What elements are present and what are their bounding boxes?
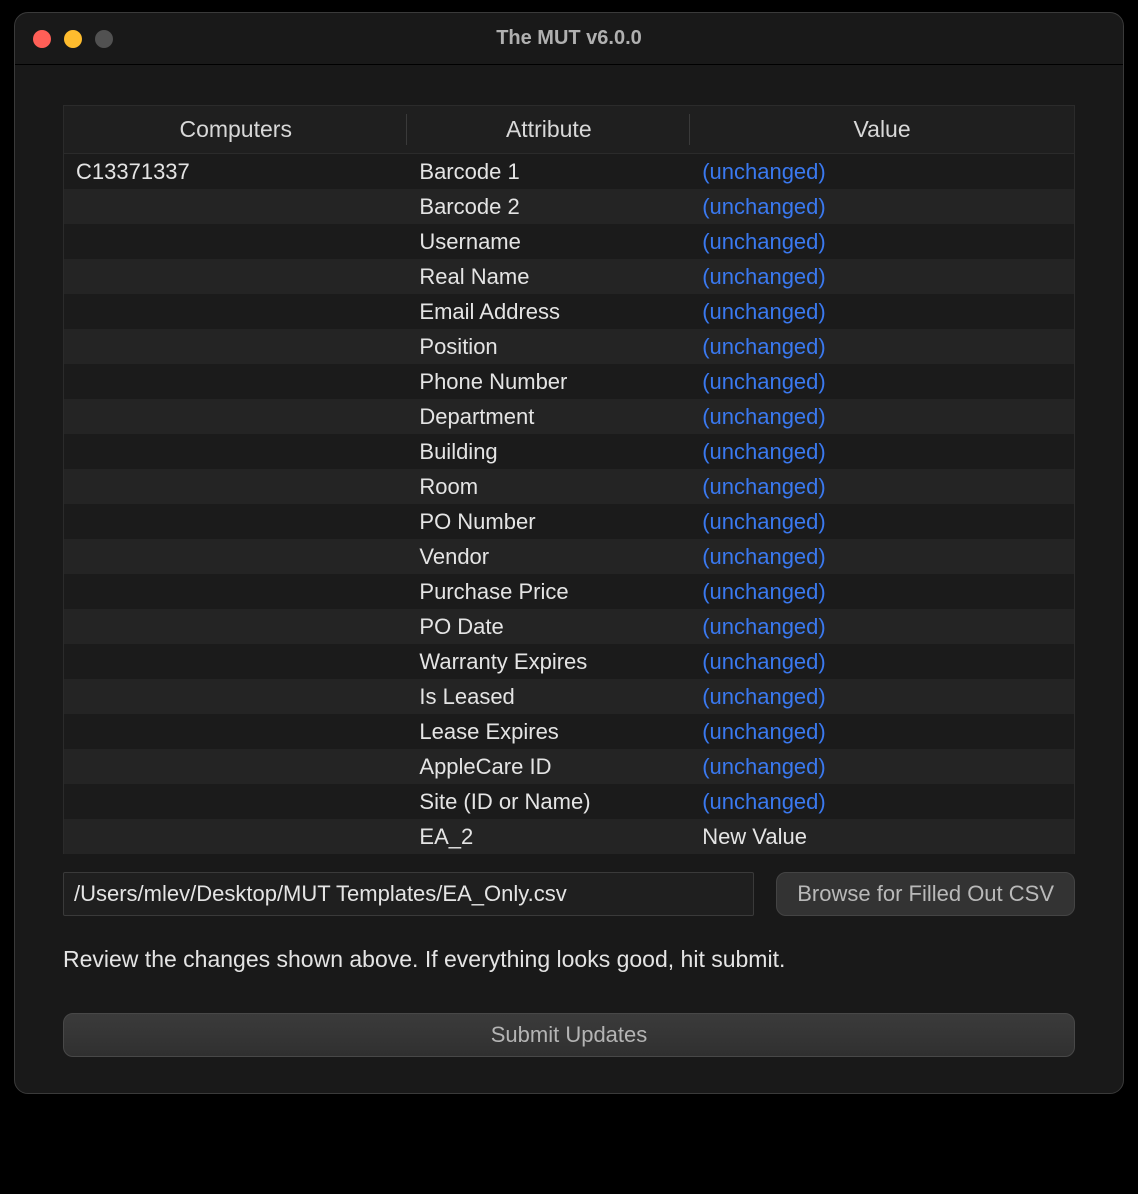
cell-attribute: Vendor xyxy=(407,544,690,570)
table-row[interactable]: Barcode 2(unchanged) xyxy=(64,189,1074,224)
column-header-value[interactable]: Value xyxy=(690,106,1074,153)
cell-value: (unchanged) xyxy=(690,579,1074,605)
window-content: Computers Attribute Value C13371337Barco… xyxy=(15,65,1123,1093)
cell-attribute: Email Address xyxy=(407,299,690,325)
instruction-text: Review the changes shown above. If every… xyxy=(63,946,1075,973)
cell-value: (unchanged) xyxy=(690,299,1074,325)
table-row[interactable]: PO Date(unchanged) xyxy=(64,609,1074,644)
cell-attribute: Username xyxy=(407,229,690,255)
cell-computers: C13371337 xyxy=(64,159,407,185)
cell-attribute: Building xyxy=(407,439,690,465)
table-row[interactable]: Real Name(unchanged) xyxy=(64,259,1074,294)
table-row[interactable]: PO Number(unchanged) xyxy=(64,504,1074,539)
titlebar: The MUT v6.0.0 xyxy=(15,13,1123,65)
cell-value: (unchanged) xyxy=(690,474,1074,500)
table-row[interactable]: Is Leased(unchanged) xyxy=(64,679,1074,714)
table-row[interactable]: Username(unchanged) xyxy=(64,224,1074,259)
cell-value: (unchanged) xyxy=(690,439,1074,465)
table-row[interactable]: EA_2New Value xyxy=(64,819,1074,854)
cell-attribute: PO Number xyxy=(407,509,690,535)
cell-value: (unchanged) xyxy=(690,789,1074,815)
table-row[interactable]: Email Address(unchanged) xyxy=(64,294,1074,329)
cell-attribute: EA_2 xyxy=(407,824,690,850)
cell-attribute: Purchase Price xyxy=(407,579,690,605)
cell-value: (unchanged) xyxy=(690,194,1074,220)
table-row[interactable]: C13371337Barcode 1(unchanged) xyxy=(64,154,1074,189)
traffic-lights xyxy=(33,30,113,48)
changes-table: Computers Attribute Value C13371337Barco… xyxy=(63,105,1075,854)
table-row[interactable]: Purchase Price(unchanged) xyxy=(64,574,1074,609)
table-row[interactable]: Department(unchanged) xyxy=(64,399,1074,434)
table-row[interactable]: Lease Expires(unchanged) xyxy=(64,714,1074,749)
cell-attribute: Warranty Expires xyxy=(407,649,690,675)
cell-attribute: AppleCare ID xyxy=(407,754,690,780)
cell-value: New Value xyxy=(690,824,1074,850)
cell-value: (unchanged) xyxy=(690,159,1074,185)
cell-attribute: Lease Expires xyxy=(407,719,690,745)
app-window: The MUT v6.0.0 Computers Attribute Value… xyxy=(14,12,1124,1094)
cell-attribute: Department xyxy=(407,404,690,430)
cell-value: (unchanged) xyxy=(690,649,1074,675)
cell-attribute: Site (ID or Name) xyxy=(407,789,690,815)
submit-updates-button[interactable]: Submit Updates xyxy=(63,1013,1075,1057)
table-row[interactable]: Site (ID or Name)(unchanged) xyxy=(64,784,1074,819)
cell-attribute: Is Leased xyxy=(407,684,690,710)
table-row[interactable]: AppleCare ID(unchanged) xyxy=(64,749,1074,784)
cell-value: (unchanged) xyxy=(690,404,1074,430)
cell-attribute: Real Name xyxy=(407,264,690,290)
window-maximize-icon[interactable] xyxy=(95,30,113,48)
cell-value: (unchanged) xyxy=(690,334,1074,360)
csv-controls-row: Browse for Filled Out CSV xyxy=(63,872,1075,916)
table-row[interactable]: Vendor(unchanged) xyxy=(64,539,1074,574)
table-row[interactable]: Room(unchanged) xyxy=(64,469,1074,504)
cell-value: (unchanged) xyxy=(690,719,1074,745)
cell-value: (unchanged) xyxy=(690,614,1074,640)
table-body: C13371337Barcode 1(unchanged)Barcode 2(u… xyxy=(64,154,1074,854)
cell-attribute: Phone Number xyxy=(407,369,690,395)
cell-value: (unchanged) xyxy=(690,264,1074,290)
window-close-icon[interactable] xyxy=(33,30,51,48)
table-row[interactable]: Phone Number(unchanged) xyxy=(64,364,1074,399)
cell-attribute: PO Date xyxy=(407,614,690,640)
table-row[interactable]: Building(unchanged) xyxy=(64,434,1074,469)
cell-value: (unchanged) xyxy=(690,684,1074,710)
cell-value: (unchanged) xyxy=(690,544,1074,570)
table-row[interactable]: Position(unchanged) xyxy=(64,329,1074,364)
browse-csv-button[interactable]: Browse for Filled Out CSV xyxy=(776,872,1075,916)
cell-value: (unchanged) xyxy=(690,509,1074,535)
column-header-attribute[interactable]: Attribute xyxy=(407,106,690,153)
cell-attribute: Barcode 2 xyxy=(407,194,690,220)
window-minimize-icon[interactable] xyxy=(64,30,82,48)
cell-attribute: Barcode 1 xyxy=(407,159,690,185)
cell-value: (unchanged) xyxy=(690,369,1074,395)
cell-value: (unchanged) xyxy=(690,754,1074,780)
cell-value: (unchanged) xyxy=(690,229,1074,255)
cell-attribute: Position xyxy=(407,334,690,360)
table-header-row: Computers Attribute Value xyxy=(64,106,1074,154)
cell-attribute: Room xyxy=(407,474,690,500)
column-header-computers[interactable]: Computers xyxy=(64,106,407,153)
table-row[interactable]: Warranty Expires(unchanged) xyxy=(64,644,1074,679)
window-title: The MUT v6.0.0 xyxy=(33,27,1105,50)
csv-path-input[interactable] xyxy=(63,872,754,916)
